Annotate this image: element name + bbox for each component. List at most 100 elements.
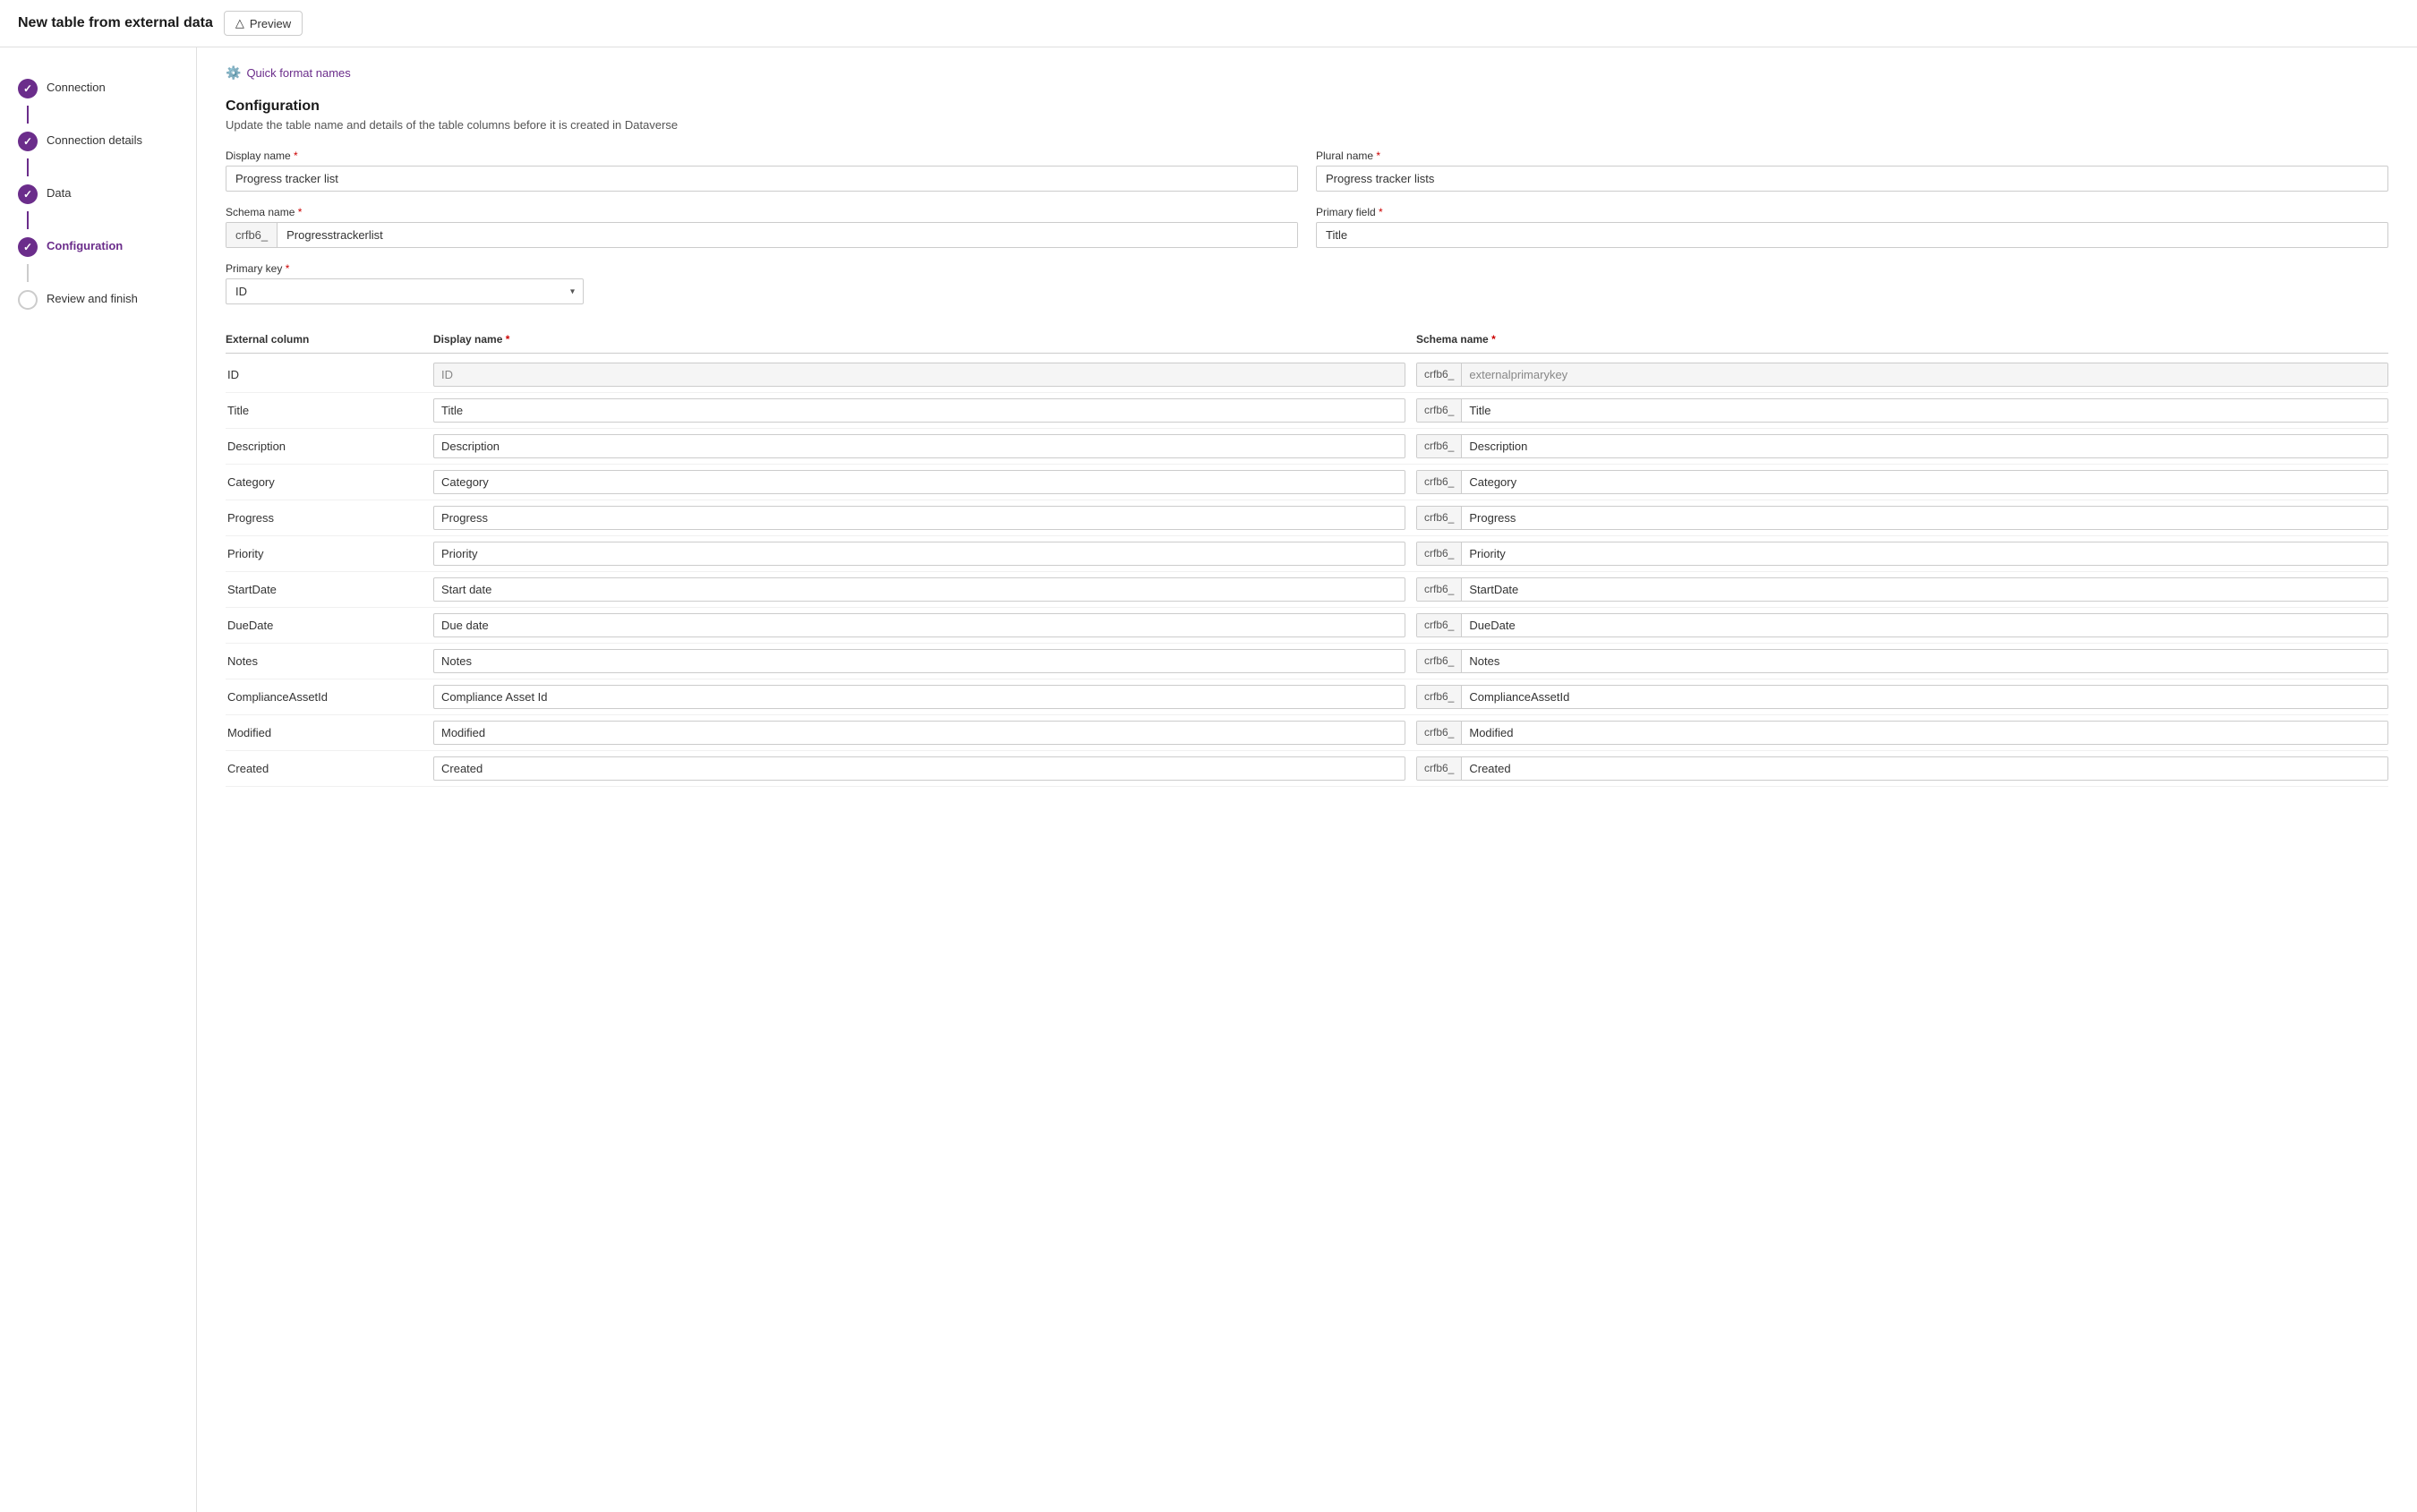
table-row: ComplianceAssetId crfb6_: [226, 679, 2388, 715]
configuration-desc: Update the table name and details of the…: [226, 118, 2388, 132]
schema-prefix-4: crfb6_: [1417, 507, 1462, 529]
display-name-col-1[interactable]: [433, 398, 1405, 423]
schema-col-11[interactable]: crfb6_: [1416, 756, 2388, 781]
schema-input-5[interactable]: [1462, 542, 2387, 565]
display-name-col-5[interactable]: [433, 542, 1405, 566]
schema-col-3[interactable]: crfb6_: [1416, 470, 2388, 494]
display-name-col-11[interactable]: [433, 756, 1405, 781]
table-row: Descriptioncrfb6_: [226, 429, 2388, 465]
preview-button[interactable]: △ Preview: [224, 11, 303, 36]
columns-rows: IDcrfb6_Titlecrfb6_Descriptioncrfb6_Cate…: [226, 357, 2388, 787]
schema-input-4[interactable]: [1462, 507, 2387, 529]
schema-col-10[interactable]: crfb6_: [1416, 721, 2388, 745]
step-indicator-review: [18, 290, 38, 310]
schema-prefix-3: crfb6_: [1417, 471, 1462, 493]
display-name-col-4[interactable]: [433, 506, 1405, 530]
display-input-1[interactable]: [433, 398, 1405, 423]
table-row: Modifiedcrfb6_: [226, 715, 2388, 751]
display-name-col-3[interactable]: [433, 470, 1405, 494]
primary-field-input[interactable]: [1316, 222, 2388, 248]
check-icon-2: ✓: [23, 135, 32, 148]
plural-name-input[interactable]: [1316, 166, 2388, 192]
external-column-6: StartDate: [226, 583, 423, 596]
schema-input-11[interactable]: [1462, 757, 2387, 780]
display-input-0: [433, 363, 1405, 387]
app-header: New table from external data △ Preview: [0, 0, 2417, 47]
schema-col-0: crfb6_: [1416, 363, 2388, 387]
external-column-0: ID: [226, 368, 423, 381]
display-input-10[interactable]: [433, 721, 1405, 745]
external-column-4: Progress: [226, 511, 423, 525]
schema-col-4[interactable]: crfb6_: [1416, 506, 2388, 530]
display-input-8[interactable]: [433, 649, 1405, 673]
display-input-2[interactable]: [433, 434, 1405, 458]
plural-name-group: Plural name *: [1316, 149, 2388, 192]
schema-input-6[interactable]: [1462, 578, 2387, 601]
schema-input-1[interactable]: [1462, 399, 2387, 422]
schema-input-8[interactable]: [1462, 650, 2387, 672]
schema-col-2[interactable]: crfb6_: [1416, 434, 2388, 458]
columns-header: External column Display name * Schema na…: [226, 326, 2388, 354]
display-input-7[interactable]: [433, 613, 1405, 637]
external-column-9: ComplianceAssetId: [226, 690, 423, 704]
step-connector-4: [27, 264, 29, 282]
external-column-7: DueDate: [226, 619, 423, 632]
external-column-5: Priority: [226, 547, 423, 560]
table-row: DueDate crfb6_: [226, 608, 2388, 644]
display-name-col-7[interactable]: [433, 613, 1405, 637]
schema-name-label: Schema name *: [226, 206, 1298, 218]
table-row: StartDate crfb6_: [226, 572, 2388, 608]
primary-field-group: Primary field *: [1316, 206, 2388, 248]
sidebar-step-connection[interactable]: ✓ Connection: [0, 69, 196, 107]
schema-col-9[interactable]: crfb6_: [1416, 685, 2388, 709]
schema-input-10[interactable]: [1462, 722, 2387, 744]
sidebar: ✓ Connection ✓ Connection details ✓ Data…: [0, 47, 197, 1512]
display-name-col-8[interactable]: [433, 649, 1405, 673]
columns-table: External column Display name * Schema na…: [226, 326, 2388, 787]
schema-prefix-9: crfb6_: [1417, 686, 1462, 708]
display-input-3[interactable]: [433, 470, 1405, 494]
schema-prefix-6: crfb6_: [1417, 578, 1462, 601]
schema-col-5[interactable]: crfb6_: [1416, 542, 2388, 566]
schema-input-3[interactable]: [1462, 471, 2387, 493]
step-indicator-configuration: ✓: [18, 237, 38, 257]
sidebar-step-connection-details[interactable]: ✓ Connection details: [0, 122, 196, 160]
schema-col-1[interactable]: crfb6_: [1416, 398, 2388, 423]
display-input-11[interactable]: [433, 756, 1405, 781]
display-name-input[interactable]: [226, 166, 1298, 192]
table-row: Progress crfb6_: [226, 500, 2388, 536]
table-row: Notescrfb6_: [226, 644, 2388, 679]
configuration-section: Configuration Update the table name and …: [226, 98, 2388, 304]
configuration-title: Configuration: [226, 98, 2388, 115]
schema-input-7[interactable]: [1462, 614, 2387, 636]
schema-col-6[interactable]: crfb6_: [1416, 577, 2388, 602]
display-input-4[interactable]: [433, 506, 1405, 530]
form-row-primary-key: Primary key * ID ▾: [226, 262, 2388, 304]
schema-prefix-0: crfb6_: [1417, 363, 1462, 386]
display-input-9[interactable]: [433, 685, 1405, 709]
primary-key-select[interactable]: ID: [226, 278, 584, 304]
quick-format-bar[interactable]: ⚙️ Quick format names: [226, 65, 2388, 81]
sidebar-step-data[interactable]: ✓ Data: [0, 175, 196, 213]
schema-input-9[interactable]: [1462, 686, 2387, 708]
step-indicator-connection-details: ✓: [18, 132, 38, 151]
display-name-col-10[interactable]: [433, 721, 1405, 745]
schema-input-2[interactable]: [1462, 435, 2387, 457]
sidebar-step-review[interactable]: Review and finish: [0, 280, 196, 319]
schema-col-7[interactable]: crfb6_: [1416, 613, 2388, 637]
check-icon: ✓: [23, 82, 32, 95]
schema-prefix: crfb6_: [226, 223, 278, 247]
display-input-6[interactable]: [433, 577, 1405, 602]
step-label-data: Data: [47, 184, 71, 201]
display-name-group: Display name *: [226, 149, 1298, 192]
display-name-col-9[interactable]: [433, 685, 1405, 709]
schema-name-input[interactable]: [278, 223, 1297, 247]
display-name-col-2[interactable]: [433, 434, 1405, 458]
quick-format-icon: ⚙️: [226, 65, 241, 81]
sidebar-step-configuration[interactable]: ✓ Configuration: [0, 227, 196, 266]
main-layout: ✓ Connection ✓ Connection details ✓ Data…: [0, 47, 2417, 1512]
display-name-col-6[interactable]: [433, 577, 1405, 602]
display-input-5[interactable]: [433, 542, 1405, 566]
schema-prefix-11: crfb6_: [1417, 757, 1462, 780]
schema-col-8[interactable]: crfb6_: [1416, 649, 2388, 673]
